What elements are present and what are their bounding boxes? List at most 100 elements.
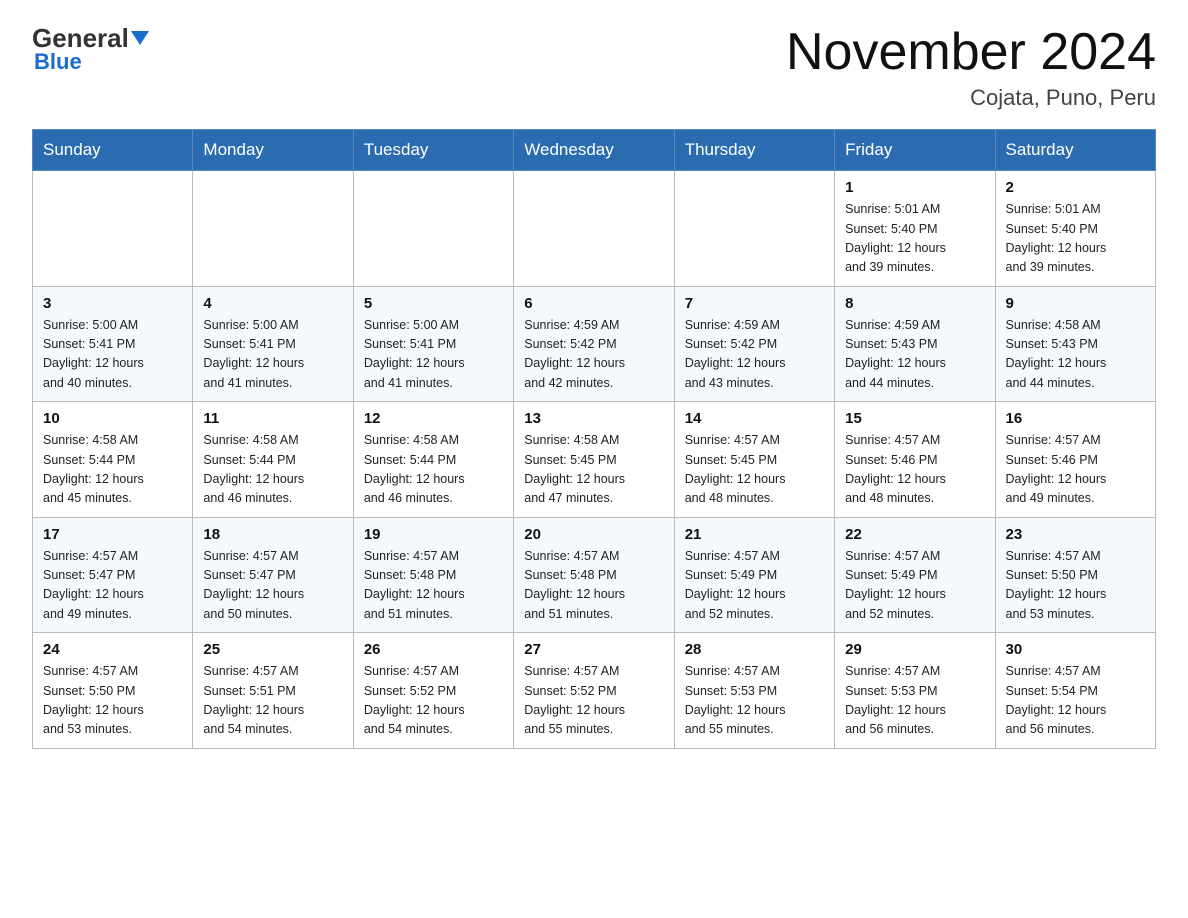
calendar-cell: 22Sunrise: 4:57 AMSunset: 5:49 PMDayligh… (835, 517, 995, 633)
day-number: 14 (685, 410, 824, 427)
day-info: Sunrise: 5:00 AMSunset: 5:41 PMDaylight:… (203, 316, 342, 394)
calendar-cell: 20 Sunrise: 4:57 AMSunset: 5:48 PMDayligh… (514, 517, 674, 633)
calendar-cell: 14Sunrise: 4:57 AMSunset: 5:45 PMDayligh… (674, 402, 834, 518)
calendar-cell: 8 Sunrise: 4:59 AMSunset: 5:43 PMDaylight… (835, 286, 995, 402)
weekday-header-sunday: Sunday (33, 130, 193, 171)
calendar-cell: 18 Sunrise: 4:57 AMSunset: 5:47 PMDayligh… (193, 517, 353, 633)
page-header: General Blue November 2024 Cojata, Puno,… (32, 24, 1156, 111)
calendar-cell (674, 171, 834, 287)
calendar-cell: 13Sunrise: 4:58 AMSunset: 5:45 PMDayligh… (514, 402, 674, 518)
day-number: 12 (364, 410, 503, 427)
calendar-cell: 17 Sunrise: 4:57 AMSunset: 5:47 PMDayligh… (33, 517, 193, 633)
day-info: Sunrise: 4:57 AMSunset: 5:50 PMDaylight:… (43, 662, 182, 740)
day-number: 11 (203, 410, 342, 427)
weekday-header-wednesday: Wednesday (514, 130, 674, 171)
calendar-cell: 26 Sunrise: 4:57 AMSunset: 5:52 PMDayligh… (353, 633, 513, 749)
calendar-cell: 7 Sunrise: 4:59 AMSunset: 5:42 PMDaylight… (674, 286, 834, 402)
day-number: 2 (1006, 179, 1145, 196)
calendar-cell: 23Sunrise: 4:57 AMSunset: 5:50 PMDayligh… (995, 517, 1155, 633)
day-info: Sunrise: 4:57 AMSunset: 5:53 PMDaylight:… (685, 662, 824, 740)
calendar-cell: 11Sunrise: 4:58 AMSunset: 5:44 PMDayligh… (193, 402, 353, 518)
calendar-cell: 16 Sunrise: 4:57 AMSunset: 5:46 PMDayligh… (995, 402, 1155, 518)
calendar-cell: 25 Sunrise: 4:57 AMSunset: 5:51 PMDayligh… (193, 633, 353, 749)
day-number: 17 (43, 526, 182, 543)
day-number: 8 (845, 295, 984, 312)
day-info: Sunrise: 4:57 AMSunset: 5:48 PMDaylight:… (364, 547, 503, 625)
day-number: 25 (203, 641, 342, 658)
calendar-week-5: 24 Sunrise: 4:57 AMSunset: 5:50 PMDayligh… (33, 633, 1156, 749)
calendar-title: November 2024 (786, 24, 1156, 81)
calendar-week-1: 1Sunrise: 5:01 AMSunset: 5:40 PMDaylight… (33, 171, 1156, 287)
calendar-cell (193, 171, 353, 287)
calendar-cell: 21Sunrise: 4:57 AMSunset: 5:49 PMDayligh… (674, 517, 834, 633)
calendar-week-4: 17 Sunrise: 4:57 AMSunset: 5:47 PMDayligh… (33, 517, 1156, 633)
day-info: Sunrise: 4:57 AMSunset: 5:48 PMDaylight:… (524, 547, 663, 625)
day-number: 30 (1006, 641, 1145, 658)
calendar-week-2: 3 Sunrise: 5:00 AMSunset: 5:41 PMDaylight… (33, 286, 1156, 402)
calendar-cell: 3 Sunrise: 5:00 AMSunset: 5:41 PMDaylight… (33, 286, 193, 402)
calendar-cell: 19 Sunrise: 4:57 AMSunset: 5:48 PMDayligh… (353, 517, 513, 633)
day-number: 28 (685, 641, 824, 658)
day-info: Sunrise: 4:57 AMSunset: 5:52 PMDaylight:… (524, 662, 663, 740)
calendar-cell: 28 Sunrise: 4:57 AMSunset: 5:53 PMDayligh… (674, 633, 834, 749)
logo: General Blue (32, 24, 149, 75)
day-number: 10 (43, 410, 182, 427)
day-info: Sunrise: 4:59 AMSunset: 5:42 PMDaylight:… (685, 316, 824, 394)
calendar-week-3: 10 Sunrise: 4:58 AMSunset: 5:44 PMDayligh… (33, 402, 1156, 518)
day-number: 27 (524, 641, 663, 658)
weekday-header-tuesday: Tuesday (353, 130, 513, 171)
calendar-cell: 12 Sunrise: 4:58 AMSunset: 5:44 PMDayligh… (353, 402, 513, 518)
day-info: Sunrise: 4:57 AMSunset: 5:47 PMDaylight:… (203, 547, 342, 625)
day-number: 7 (685, 295, 824, 312)
day-number: 19 (364, 526, 503, 543)
day-info: Sunrise: 4:57 AMSunset: 5:54 PMDaylight:… (1006, 662, 1145, 740)
day-info: Sunrise: 4:58 AMSunset: 5:44 PMDaylight:… (43, 431, 182, 509)
day-info: Sunrise: 4:59 AMSunset: 5:43 PMDaylight:… (845, 316, 984, 394)
calendar-cell: 2Sunrise: 5:01 AMSunset: 5:40 PMDaylight… (995, 171, 1155, 287)
logo-blue: Blue (32, 49, 82, 75)
day-info: Sunrise: 4:57 AMSunset: 5:49 PMDaylight:… (845, 547, 984, 625)
day-info: Sunrise: 4:58 AMSunset: 5:43 PMDaylight:… (1006, 316, 1145, 394)
calendar-cell: 27 Sunrise: 4:57 AMSunset: 5:52 PMDayligh… (514, 633, 674, 749)
calendar-cell: 10 Sunrise: 4:58 AMSunset: 5:44 PMDayligh… (33, 402, 193, 518)
weekday-header-monday: Monday (193, 130, 353, 171)
day-info: Sunrise: 5:00 AMSunset: 5:41 PMDaylight:… (43, 316, 182, 394)
day-number: 15 (845, 410, 984, 427)
calendar-cell: 6 Sunrise: 4:59 AMSunset: 5:42 PMDaylight… (514, 286, 674, 402)
day-number: 13 (524, 410, 663, 427)
calendar-cell: 9 Sunrise: 4:58 AMSunset: 5:43 PMDaylight… (995, 286, 1155, 402)
day-number: 18 (203, 526, 342, 543)
day-info: Sunrise: 4:57 AMSunset: 5:50 PMDaylight:… (1006, 547, 1145, 625)
weekday-header-saturday: Saturday (995, 130, 1155, 171)
day-number: 6 (524, 295, 663, 312)
day-number: 24 (43, 641, 182, 658)
weekday-header-thursday: Thursday (674, 130, 834, 171)
day-info: Sunrise: 4:57 AMSunset: 5:53 PMDaylight:… (845, 662, 984, 740)
calendar-subtitle: Cojata, Puno, Peru (786, 85, 1156, 111)
day-info: Sunrise: 4:57 AMSunset: 5:46 PMDaylight:… (845, 431, 984, 509)
day-number: 1 (845, 179, 984, 196)
day-info: Sunrise: 4:58 AMSunset: 5:44 PMDaylight:… (364, 431, 503, 509)
calendar-cell (514, 171, 674, 287)
day-info: Sunrise: 5:00 AMSunset: 5:41 PMDaylight:… (364, 316, 503, 394)
day-number: 20 (524, 526, 663, 543)
calendar-header-row: SundayMondayTuesdayWednesdayThursdayFrid… (33, 130, 1156, 171)
weekday-header-friday: Friday (835, 130, 995, 171)
calendar-cell: 4Sunrise: 5:00 AMSunset: 5:41 PMDaylight… (193, 286, 353, 402)
calendar-table: SundayMondayTuesdayWednesdayThursdayFrid… (32, 129, 1156, 749)
day-number: 16 (1006, 410, 1145, 427)
day-info: Sunrise: 4:57 AMSunset: 5:47 PMDaylight:… (43, 547, 182, 625)
day-number: 29 (845, 641, 984, 658)
day-info: Sunrise: 4:57 AMSunset: 5:46 PMDaylight:… (1006, 431, 1145, 509)
calendar-cell: 5 Sunrise: 5:00 AMSunset: 5:41 PMDaylight… (353, 286, 513, 402)
day-number: 9 (1006, 295, 1145, 312)
day-number: 5 (364, 295, 503, 312)
day-number: 3 (43, 295, 182, 312)
day-info: Sunrise: 4:57 AMSunset: 5:51 PMDaylight:… (203, 662, 342, 740)
day-info: Sunrise: 4:59 AMSunset: 5:42 PMDaylight:… (524, 316, 663, 394)
day-number: 26 (364, 641, 503, 658)
title-area: November 2024 Cojata, Puno, Peru (786, 24, 1156, 111)
calendar-cell: 29 Sunrise: 4:57 AMSunset: 5:53 PMDayligh… (835, 633, 995, 749)
day-info: Sunrise: 4:57 AMSunset: 5:52 PMDaylight:… (364, 662, 503, 740)
calendar-cell: 15 Sunrise: 4:57 AMSunset: 5:46 PMDayligh… (835, 402, 995, 518)
